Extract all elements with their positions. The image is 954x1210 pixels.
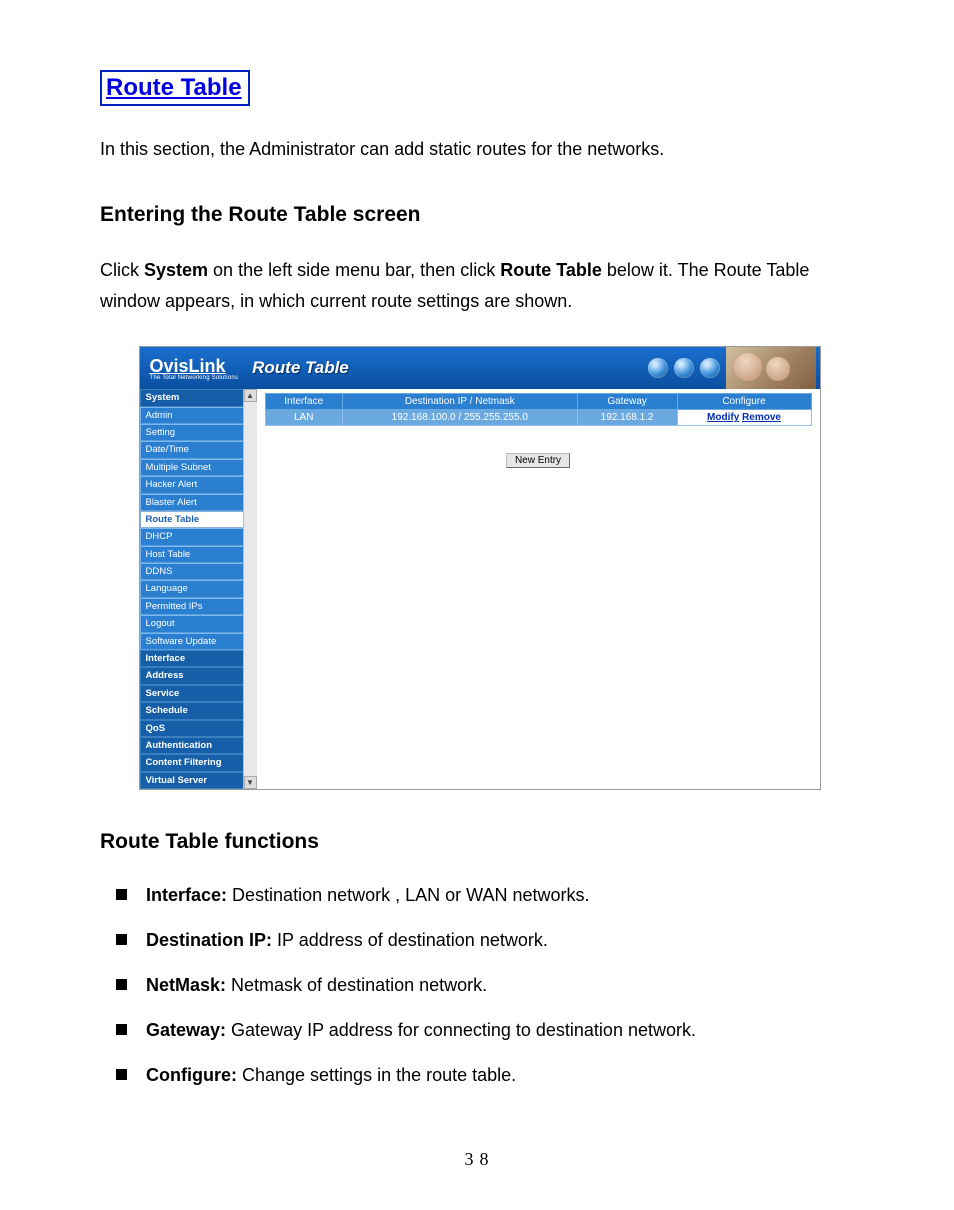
table-row: LAN 192.168.100.0 / 255.255.255.0 192.16…: [265, 410, 811, 426]
globe-icon: [700, 358, 720, 378]
sidebar-item-dhcp[interactable]: DHCP: [140, 528, 244, 545]
sidebar-item-date-time[interactable]: Date/Time: [140, 441, 244, 458]
route-table: Interface Destination IP / Netmask Gatew…: [265, 393, 812, 426]
col-configure: Configure: [677, 394, 811, 410]
cell-configure: Modify Remove: [677, 410, 811, 426]
functions-list: Interface: Destination network , LAN or …: [100, 882, 859, 1089]
page-title: Route Table: [252, 358, 349, 378]
new-entry-wrap: New Entry: [265, 450, 812, 468]
cell-gateway: 192.168.1.2: [577, 410, 677, 426]
sidebar-item-address[interactable]: Address: [140, 667, 244, 684]
brand-name: OvisLink: [150, 357, 239, 375]
remove-link[interactable]: Remove: [742, 412, 781, 423]
col-gateway: Gateway: [577, 394, 677, 410]
function-term: Gateway:: [146, 1020, 226, 1040]
sidebar-item-virtual-server[interactable]: Virtual Server: [140, 772, 244, 789]
sidebar-item-setting[interactable]: Setting: [140, 424, 244, 441]
function-desc: Change settings in the route table.: [237, 1065, 516, 1085]
banner-photo: [726, 347, 816, 389]
function-desc: IP address of destination network.: [272, 930, 548, 950]
function-desc: Netmask of destination network.: [226, 975, 487, 995]
sidebar: ▲ ▼ SystemAdminSettingDate/TimeMultiple …: [140, 389, 245, 789]
function-term: Destination IP:: [146, 930, 272, 950]
para-bold-route-table: Route Table: [500, 260, 602, 280]
scroll-up-icon[interactable]: ▲: [244, 389, 257, 402]
sidebar-item-software-update[interactable]: Software Update: [140, 633, 244, 650]
brand-logo: OvisLink The Total Networking Solutions: [140, 353, 247, 383]
sidebar-item-ddns[interactable]: DDNS: [140, 563, 244, 580]
list-item: Configure: Change settings in the route …: [116, 1062, 859, 1089]
sidebar-item-content-filtering[interactable]: Content Filtering: [140, 754, 244, 771]
globe-icon: [674, 358, 694, 378]
sidebar-item-route-table[interactable]: Route Table: [140, 511, 244, 528]
list-item: Gateway: Gateway IP address for connecti…: [116, 1017, 859, 1044]
sidebar-item-interface[interactable]: Interface: [140, 650, 244, 667]
document-page: Route Table In this section, the Adminis…: [0, 0, 954, 1210]
sidebar-item-authentication[interactable]: Authentication: [140, 737, 244, 754]
function-term: Interface:: [146, 885, 227, 905]
col-interface: Interface: [265, 394, 342, 410]
app-banner: OvisLink The Total Networking Solutions …: [140, 347, 820, 389]
sidebar-scrollbar[interactable]: ▲ ▼: [243, 389, 257, 789]
para-bold-system: System: [144, 260, 208, 280]
function-term: NetMask:: [146, 975, 226, 995]
para-text: on the left side menu bar, then click: [208, 260, 500, 280]
sidebar-item-permitted-ips[interactable]: Permitted IPs: [140, 598, 244, 615]
sidebar-item-language[interactable]: Language: [140, 580, 244, 597]
section-title: Route Table: [100, 70, 250, 106]
sidebar-item-system[interactable]: System: [140, 389, 244, 406]
sidebar-item-hacker-alert[interactable]: Hacker Alert: [140, 476, 244, 493]
subheading-entering: Entering the Route Table screen: [100, 203, 859, 227]
sidebar-item-schedule[interactable]: Schedule: [140, 702, 244, 719]
list-item: NetMask: Netmask of destination network.: [116, 972, 859, 999]
sidebar-item-service[interactable]: Service: [140, 685, 244, 702]
para-text: Click: [100, 260, 144, 280]
page-number: 38: [100, 1149, 859, 1170]
embedded-screenshot: OvisLink The Total Networking Solutions …: [139, 346, 821, 790]
intro-paragraph: In this section, the Administrator can a…: [100, 136, 859, 163]
sidebar-item-multiple-subnet[interactable]: Multiple Subnet: [140, 459, 244, 476]
list-item: Interface: Destination network , LAN or …: [116, 882, 859, 909]
brand-tagline: The Total Networking Solutions: [150, 375, 239, 381]
function-term: Configure:: [146, 1065, 237, 1085]
banner-decor: [648, 347, 820, 389]
content-area: Interface Destination IP / Netmask Gatew…: [245, 389, 820, 789]
function-desc: Destination network , LAN or WAN network…: [227, 885, 589, 905]
scroll-down-icon[interactable]: ▼: [244, 776, 257, 789]
list-item: Destination IP: IP address of destinatio…: [116, 927, 859, 954]
sidebar-item-host-table[interactable]: Host Table: [140, 546, 244, 563]
sidebar-item-blaster-alert[interactable]: Blaster Alert: [140, 494, 244, 511]
globe-icon: [648, 358, 668, 378]
subheading-functions: Route Table functions: [100, 830, 859, 854]
function-desc: Gateway IP address for connecting to des…: [226, 1020, 696, 1040]
new-entry-button[interactable]: New Entry: [506, 453, 570, 468]
instruction-paragraph: Click System on the left side menu bar, …: [100, 255, 859, 316]
sidebar-item-qos[interactable]: QoS: [140, 720, 244, 737]
sidebar-item-admin[interactable]: Admin: [140, 407, 244, 424]
app-body: ▲ ▼ SystemAdminSettingDate/TimeMultiple …: [140, 389, 820, 789]
modify-link[interactable]: Modify: [707, 412, 739, 423]
cell-dest: 192.168.100.0 / 255.255.255.0: [342, 410, 577, 426]
col-dest: Destination IP / Netmask: [342, 394, 577, 410]
sidebar-item-logout[interactable]: Logout: [140, 615, 244, 632]
cell-interface: LAN: [265, 410, 342, 426]
